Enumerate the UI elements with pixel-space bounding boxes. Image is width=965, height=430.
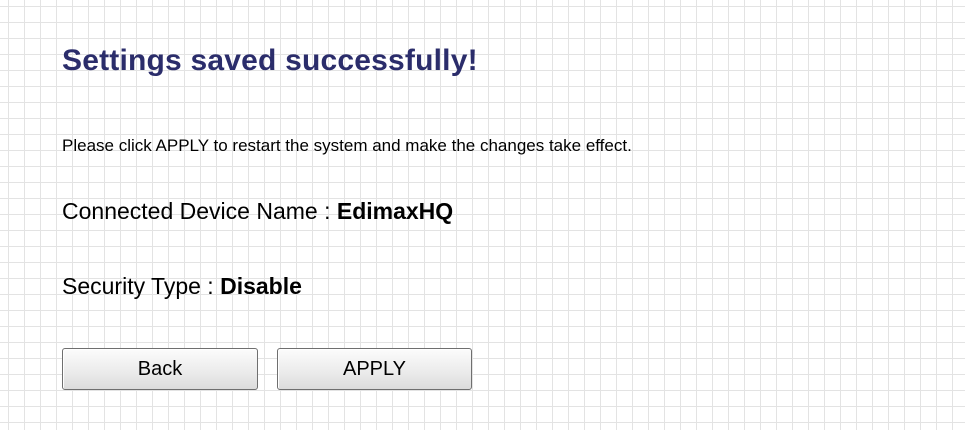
back-button[interactable]: Back	[62, 348, 258, 390]
connected-device-value: EdimaxHQ	[336, 198, 454, 224]
apply-instruction-text: Please click APPLY to restart the system…	[62, 136, 632, 155]
connected-device-row: Connected Device Name : EdimaxHQ	[62, 198, 453, 225]
security-type-value: Disable	[220, 273, 302, 299]
page-title: Settings saved successfully!	[62, 44, 478, 77]
settings-saved-page: Settings saved successfully! Please clic…	[0, 0, 965, 430]
security-type-row: Security Type : Disable	[62, 273, 302, 300]
apply-button[interactable]: APPLY	[277, 348, 472, 390]
security-type-label: Security Type :	[62, 273, 221, 299]
connected-device-label: Connected Device Name :	[62, 198, 337, 224]
